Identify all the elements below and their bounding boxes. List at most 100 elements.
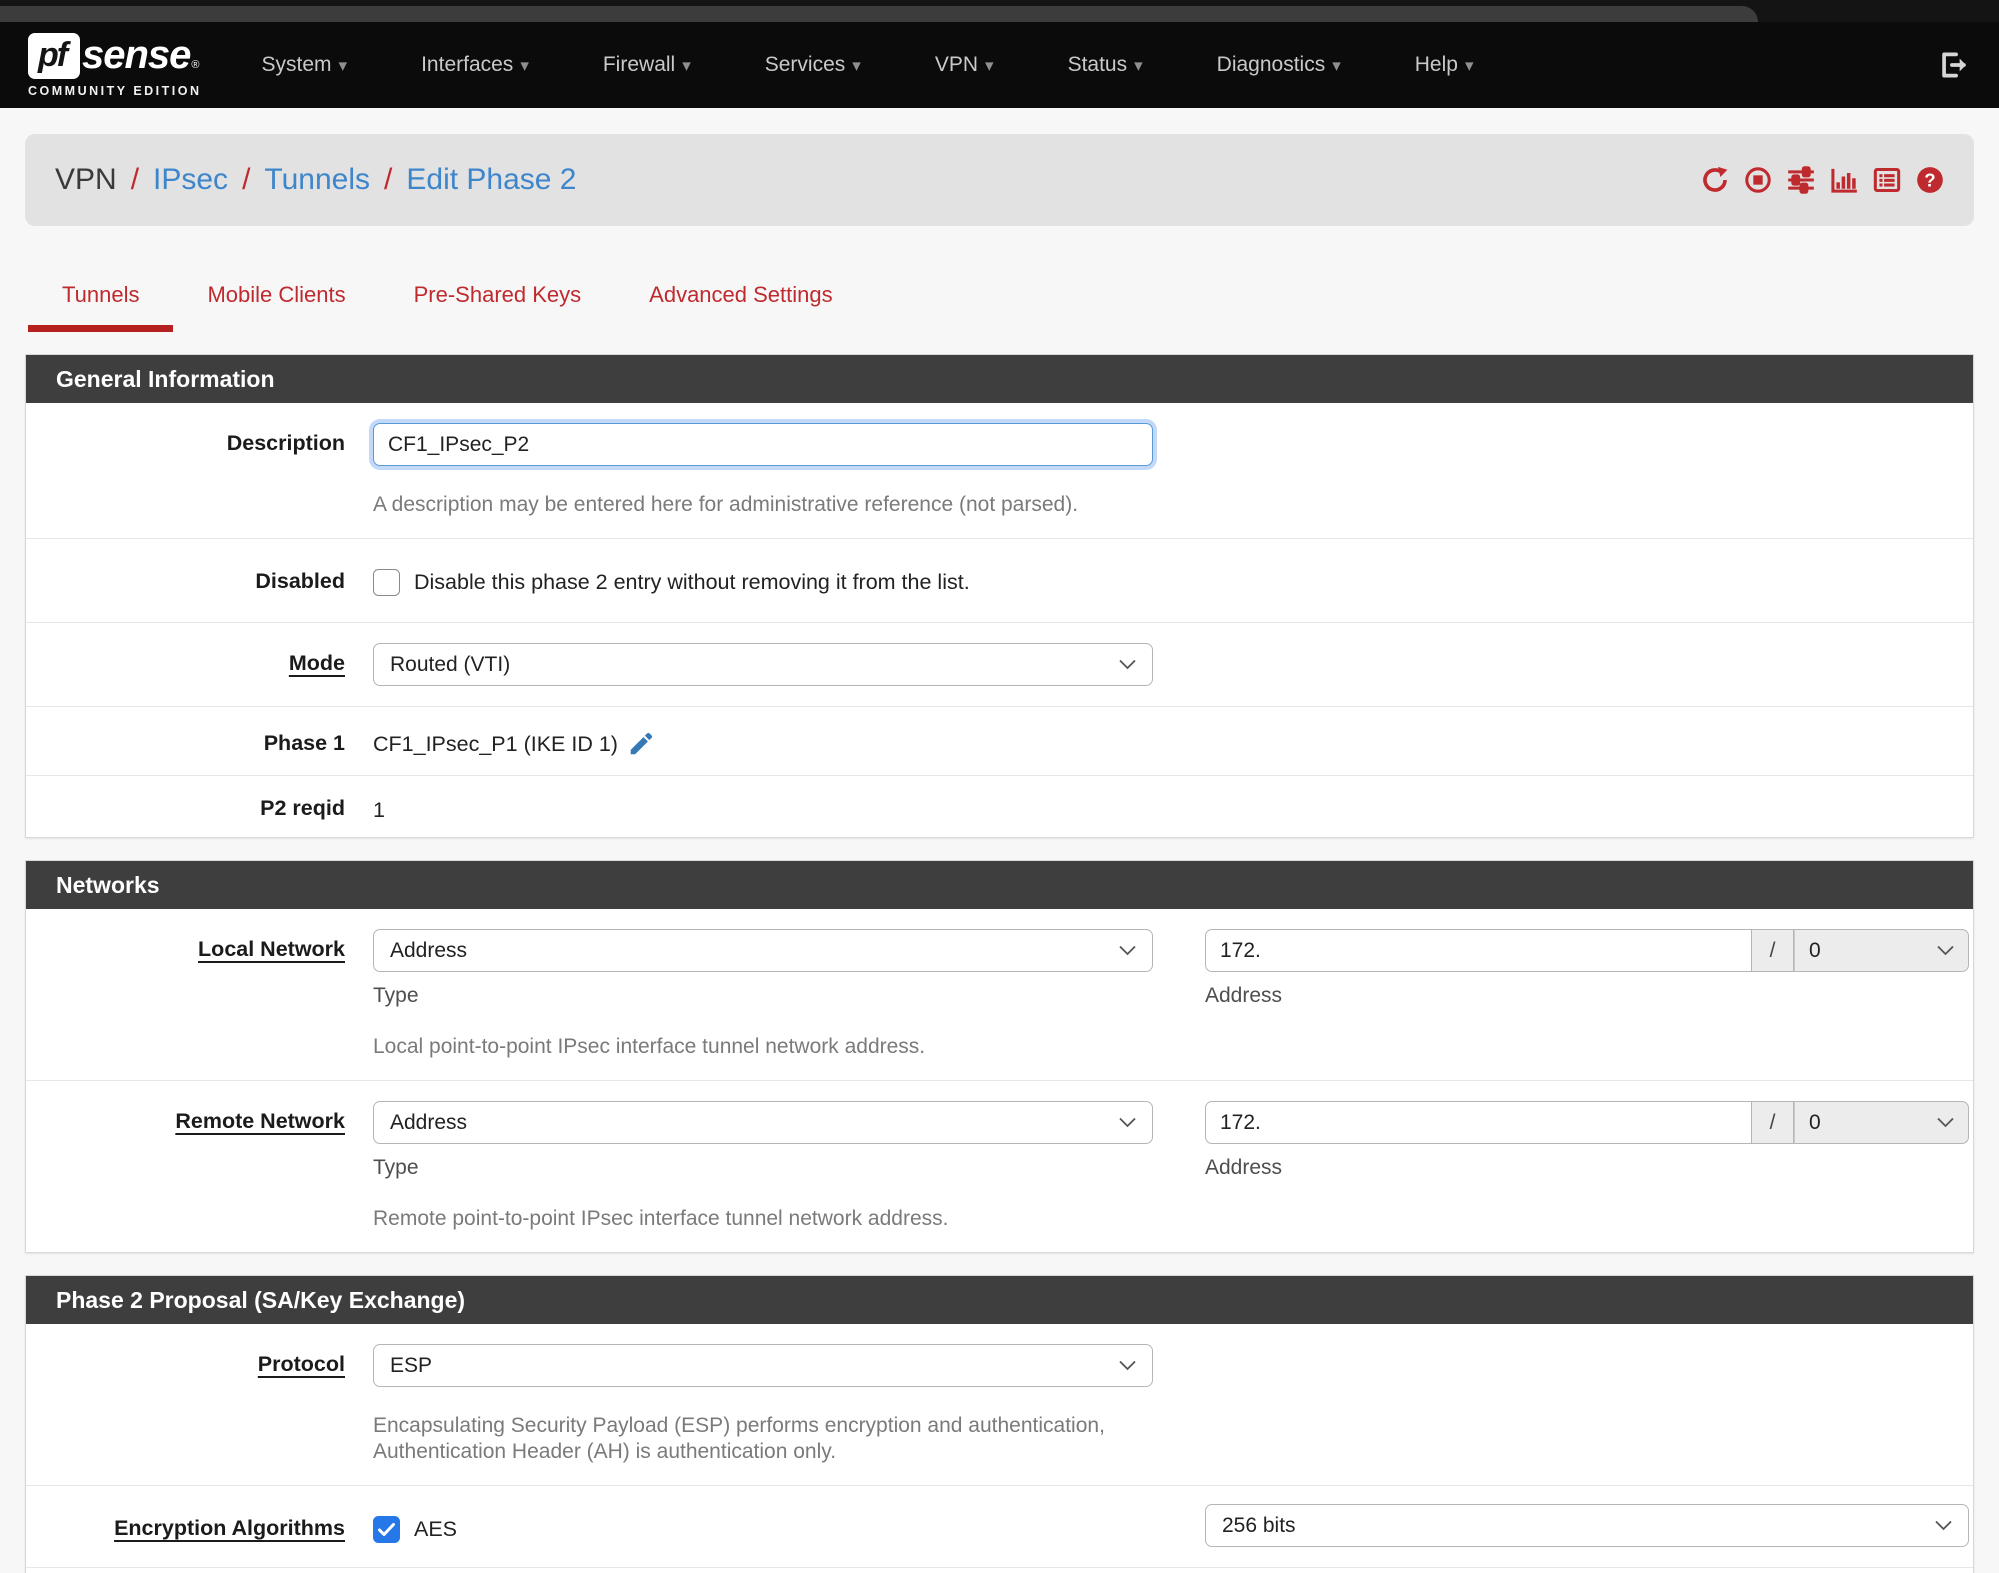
local-network-type-sublabel: Type <box>373 984 419 1007</box>
row-protocol: Protocol ESP Encapsulating Security Payl… <box>26 1324 1973 1486</box>
breadcrumb-bar: VPN / IPsec / Tunnels / Edit Phase 2 ? <box>25 134 1974 226</box>
registered-mark: ® <box>191 58 200 71</box>
tab-tunnels[interactable]: Tunnels <box>28 282 174 332</box>
sliders-icon[interactable] <box>1787 166 1815 194</box>
nav-item-help[interactable]: Help ▾ <box>1415 53 1474 77</box>
disabled-checkbox-label: Disable this phase 2 entry without remov… <box>414 570 970 594</box>
nav-menu: System ▾ Interfaces ▾ Firewall ▾ Services ▾ … <box>262 53 1474 77</box>
panel-title: Networks <box>26 861 1973 909</box>
tab-advanced-settings[interactable]: Advanced Settings <box>615 282 866 332</box>
log-icon[interactable] <box>1873 166 1901 194</box>
chevron-down-icon <box>1119 945 1136 956</box>
protocol-label: Protocol <box>257 1352 345 1376</box>
breadcrumb-link-tunnels[interactable]: Tunnels <box>264 163 370 197</box>
description-help: A description may be entered here for ad… <box>373 493 1079 516</box>
breadcrumb-vpn: VPN <box>55 163 117 196</box>
chevron-down-icon: ▾ <box>1464 56 1474 75</box>
nav-item-firewall[interactable]: Firewall ▾ <box>603 53 691 77</box>
panel-general-information: General Information Description A descri… <box>25 354 1974 838</box>
phase1-label: Phase 1 <box>263 731 345 755</box>
row-description: Description A description may be entered… <box>26 403 1973 539</box>
chevron-down-icon <box>1937 1117 1954 1128</box>
aes-checkbox[interactable] <box>373 1516 400 1543</box>
nav-item-services[interactable]: Services ▾ <box>765 53 861 77</box>
encryption-algorithms-label: Encryption Algorithms <box>114 1516 345 1540</box>
remote-network-address-sublabel: Address <box>1205 1156 1283 1179</box>
remote-network-type-sublabel: Type <box>373 1156 419 1179</box>
phase1-value: CF1_IPsec_P1 (IKE ID 1) <box>373 723 654 757</box>
remote-network-mask-select[interactable]: 0 <box>1794 1101 1969 1144</box>
remote-network-help: Remote point-to-point IPsec interface tu… <box>373 1207 949 1230</box>
sign-out-icon[interactable] <box>1937 48 1971 82</box>
p2reqid-value: 1 <box>373 798 385 822</box>
pfsense-logo-pf: pf <box>28 32 80 79</box>
remote-network-address-group: / 0 <box>1205 1101 1969 1144</box>
chevron-down-icon: ▾ <box>338 56 348 75</box>
chevron-down-icon: ▾ <box>682 56 691 75</box>
mode-select[interactable]: Routed (VTI) <box>373 643 1153 686</box>
window-top-strip <box>0 0 1999 22</box>
tab-mobile-clients[interactable]: Mobile Clients <box>173 282 379 332</box>
tab-pre-shared-keys[interactable]: Pre-Shared Keys <box>380 282 616 332</box>
slash-addon: / <box>1752 1101 1794 1144</box>
slash-addon: / <box>1752 929 1794 972</box>
protocol-help: Encapsulating Security Payload (ESP) per… <box>373 1414 1105 1463</box>
panel-title: General Information <box>26 355 1973 403</box>
pfsense-logo[interactable]: pf sense ® COMMUNITY EDITION <box>28 32 202 98</box>
chevron-down-icon <box>1119 659 1136 670</box>
breadcrumb-link-ipsec[interactable]: IPsec <box>153 163 228 197</box>
row-encryption-aes128gcm: AES128-GCM Auto <box>26 1568 1973 1573</box>
row-local-network: Local Network Address Type Local point-t… <box>26 909 1973 1081</box>
stop-icon[interactable] <box>1744 166 1772 194</box>
description-label: Description <box>226 431 345 455</box>
tab-bar: Tunnels Mobile Clients Pre-Shared Keys A… <box>25 282 1974 332</box>
breadcrumb: VPN / IPsec / Tunnels / Edit Phase 2 <box>55 163 577 197</box>
chevron-down-icon: ▾ <box>852 56 861 75</box>
nav-item-status[interactable]: Status ▾ <box>1068 53 1143 77</box>
main-navbar: pf sense ® COMMUNITY EDITION System ▾ Int… <box>0 22 1999 108</box>
remote-network-type-select[interactable]: Address <box>373 1101 1153 1144</box>
aes-keylength-select[interactable]: 256 bits <box>1205 1504 1969 1547</box>
chevron-down-icon <box>1119 1117 1136 1128</box>
edit-pencil-icon[interactable] <box>628 731 654 757</box>
chevron-down-icon <box>1935 1520 1952 1531</box>
row-encryption-aes: Encryption Algorithms AES 256 bits <box>26 1486 1973 1568</box>
row-mode: Mode Routed (VTI) <box>26 623 1973 707</box>
remote-network-label: Remote Network <box>175 1109 345 1133</box>
row-disabled: Disabled Disable this phase 2 entry with… <box>26 539 1973 623</box>
description-input[interactable] <box>373 423 1153 466</box>
local-network-mask-select[interactable]: 0 <box>1794 929 1969 972</box>
panel-title: Phase 2 Proposal (SA/Key Exchange) <box>26 1276 1973 1324</box>
row-p2reqid: P2 reqid 1 <box>26 776 1973 837</box>
chevron-down-icon <box>1119 1360 1136 1371</box>
breadcrumb-link-edit-phase-2[interactable]: Edit Phase 2 <box>406 163 576 197</box>
chevron-down-icon: ▾ <box>1134 56 1143 75</box>
community-edition-label: COMMUNITY EDITION <box>28 83 202 98</box>
nav-item-diagnostics[interactable]: Diagnostics ▾ <box>1217 53 1341 77</box>
panel-networks: Networks Local Network Address Type Loca… <box>25 860 1974 1253</box>
bar-chart-icon[interactable] <box>1830 166 1858 194</box>
row-remote-network: Remote Network Address Type Remote point… <box>26 1081 1973 1252</box>
chevron-down-icon: ▾ <box>1332 56 1341 75</box>
panel-phase2-proposal: Phase 2 Proposal (SA/Key Exchange) Proto… <box>25 1275 1974 1573</box>
local-network-help: Local point-to-point IPsec interface tun… <box>373 1035 926 1058</box>
local-network-type-select[interactable]: Address <box>373 929 1153 972</box>
chevron-down-icon <box>1937 945 1954 956</box>
local-network-address-input[interactable] <box>1205 929 1752 972</box>
refresh-icon[interactable] <box>1701 166 1729 194</box>
nav-item-system[interactable]: System ▾ <box>262 53 348 77</box>
disabled-label: Disabled <box>255 569 345 593</box>
nav-item-vpn[interactable]: VPN ▾ <box>935 53 994 77</box>
aes-checkbox-label: AES <box>414 1517 458 1541</box>
pfsense-logo-sense: sense <box>82 33 191 77</box>
chevron-down-icon: ▾ <box>985 56 994 75</box>
nav-item-interfaces[interactable]: Interfaces ▾ <box>421 53 529 77</box>
svg-text:?: ? <box>1924 169 1935 190</box>
p2reqid-label: P2 reqid <box>260 796 345 820</box>
protocol-select[interactable]: ESP <box>373 1344 1153 1387</box>
disabled-checkbox[interactable] <box>373 569 400 596</box>
help-icon[interactable]: ? <box>1916 166 1944 194</box>
remote-network-address-input[interactable] <box>1205 1101 1752 1144</box>
local-network-address-sublabel: Address <box>1205 984 1283 1007</box>
mode-label: Mode <box>288 651 345 675</box>
